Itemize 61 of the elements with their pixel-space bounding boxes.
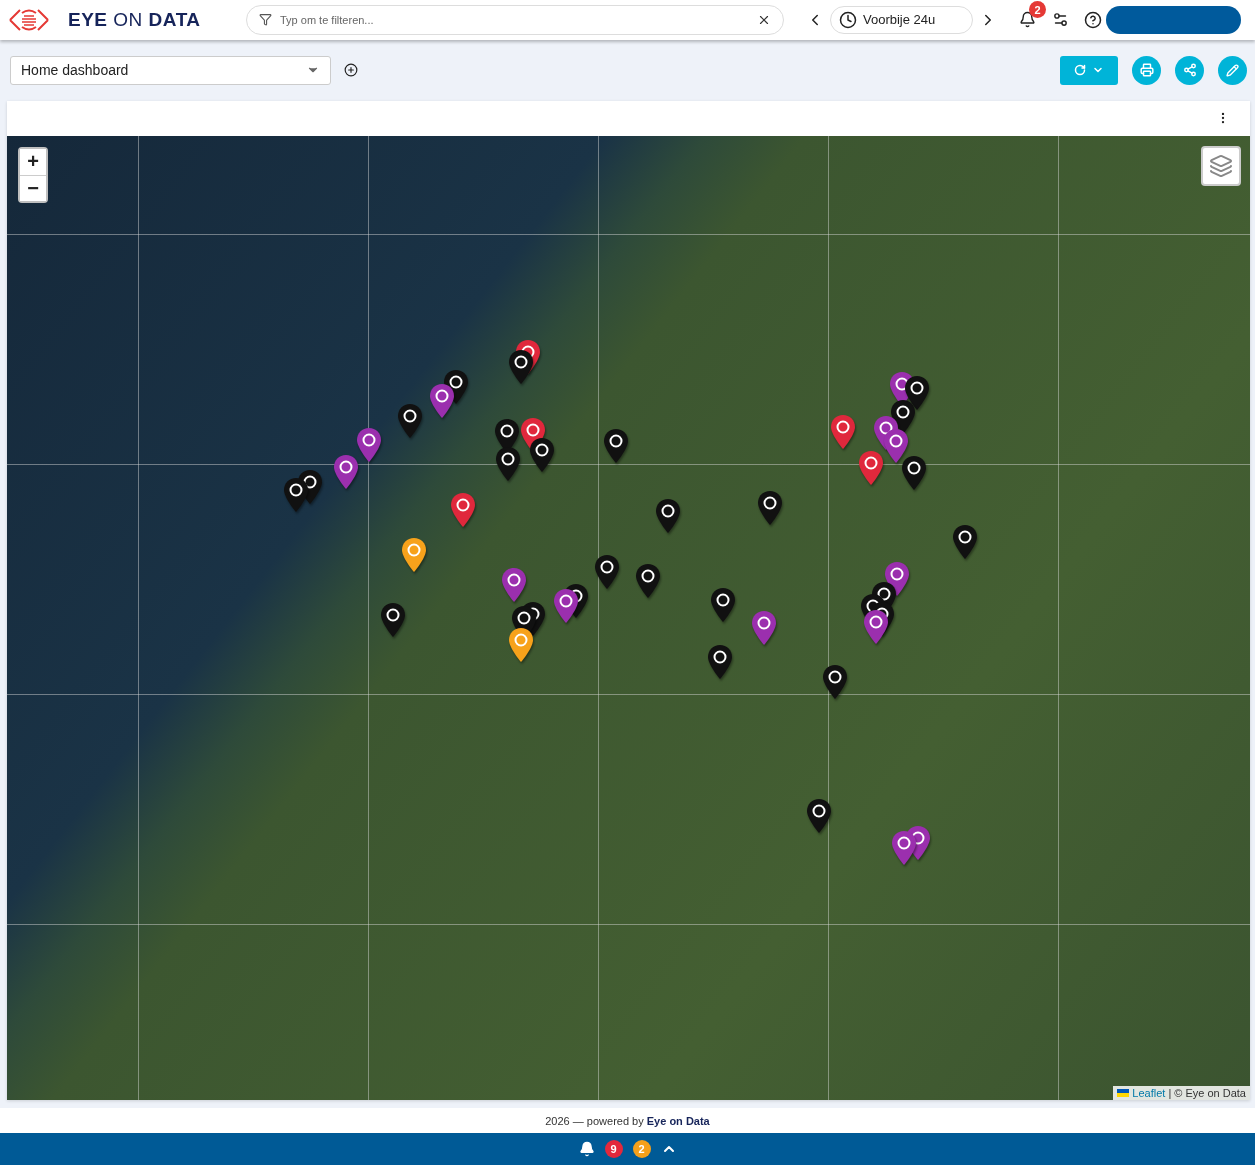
settings-icon bbox=[1052, 11, 1069, 29]
add-dashboard-button[interactable] bbox=[344, 63, 358, 78]
share-icon bbox=[1182, 63, 1197, 78]
satellite-map-placeholder[interactable]: + − Leaflet | © Eye on Data bbox=[7, 135, 1250, 1101]
map-marker[interactable] bbox=[830, 413, 856, 450]
map-marker[interactable] bbox=[707, 644, 733, 680]
refresh-icon bbox=[1074, 64, 1086, 77]
map-marker[interactable] bbox=[594, 554, 620, 590]
map-marker[interactable] bbox=[401, 536, 427, 573]
map-marker[interactable] bbox=[858, 449, 884, 486]
map-marker[interactable] bbox=[904, 374, 930, 411]
map-marker[interactable] bbox=[333, 453, 359, 490]
leaflet-link[interactable]: Leaflet bbox=[1132, 1087, 1166, 1100]
logo-text: EYE ON DATA bbox=[68, 9, 202, 31]
map-marker[interactable] bbox=[603, 427, 629, 464]
printer-icon bbox=[1139, 63, 1154, 78]
pencil-icon bbox=[1226, 63, 1239, 77]
help-button[interactable] bbox=[1084, 11, 1102, 29]
map-marker[interactable] bbox=[891, 830, 917, 866]
footer-text: 2026 — powered by Eye on Data bbox=[545, 1114, 710, 1127]
eye-logo-icon bbox=[8, 7, 50, 33]
map-marker[interactable] bbox=[553, 588, 579, 624]
map-marker[interactable] bbox=[901, 454, 927, 491]
alert-count[interactable]: 9 bbox=[604, 1140, 623, 1159]
attribution-text: | © Eye on Data bbox=[1168, 1087, 1246, 1100]
time-range-button[interactable]: Voorbije 24u bbox=[830, 6, 973, 34]
help-icon bbox=[1084, 11, 1102, 29]
map-marker[interactable] bbox=[501, 567, 527, 603]
layers-icon bbox=[1209, 153, 1233, 178]
map-marker[interactable] bbox=[635, 563, 661, 599]
map-marker[interactable] bbox=[450, 491, 476, 528]
user-menu-button[interactable] bbox=[1106, 6, 1241, 34]
dashboard-select[interactable]: Home dashboard bbox=[10, 55, 331, 85]
map-marker[interactable] bbox=[356, 426, 382, 463]
map-marker[interactable] bbox=[397, 402, 423, 439]
map-marker[interactable] bbox=[508, 348, 534, 385]
map-marker[interactable] bbox=[863, 609, 889, 645]
filter-icon bbox=[259, 13, 272, 27]
notification-count: 2 bbox=[1029, 1, 1046, 19]
map-marker[interactable] bbox=[751, 610, 777, 646]
map-marker[interactable] bbox=[508, 627, 534, 663]
map-marker[interactable] bbox=[429, 382, 455, 419]
settings-button[interactable] bbox=[1052, 11, 1069, 29]
map-marker[interactable] bbox=[495, 445, 521, 482]
map-marker[interactable] bbox=[822, 664, 848, 700]
map-marker[interactable] bbox=[806, 798, 832, 834]
map-marker[interactable] bbox=[283, 476, 309, 513]
close-icon[interactable] bbox=[757, 13, 771, 27]
notifications-button[interactable] bbox=[1019, 11, 1036, 29]
flag-icon bbox=[1117, 1089, 1130, 1098]
clock-icon bbox=[839, 11, 857, 29]
bell-icon[interactable] bbox=[578, 1141, 595, 1158]
map-marker[interactable] bbox=[529, 436, 555, 473]
map-marker[interactable] bbox=[883, 427, 909, 464]
map-marker[interactable] bbox=[655, 497, 681, 534]
layers-button[interactable] bbox=[1201, 145, 1241, 186]
map-marker[interactable] bbox=[380, 602, 406, 638]
map-marker[interactable] bbox=[952, 523, 978, 560]
map-marker[interactable] bbox=[710, 587, 736, 623]
map-marker[interactable] bbox=[757, 489, 783, 526]
zoom-out-button[interactable]: − bbox=[20, 174, 46, 201]
